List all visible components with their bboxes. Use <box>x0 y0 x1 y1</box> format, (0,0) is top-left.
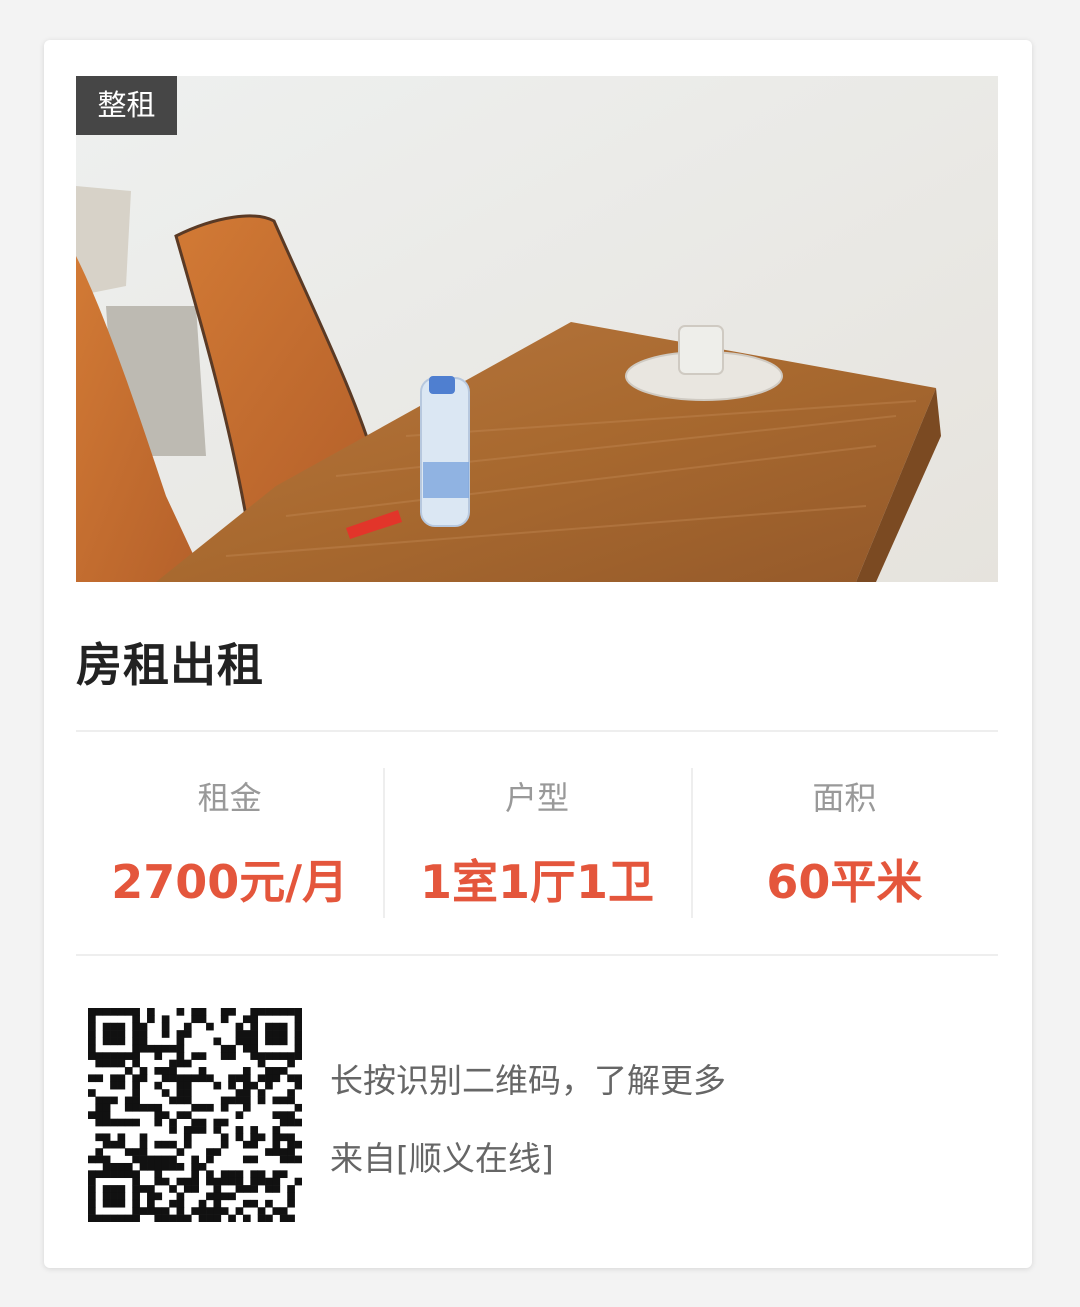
listing-title: 房租出租 <box>76 638 264 692</box>
listing-card[interactable]: 整租 房租出租 租金 2700元/月 户型 1室1厅1卫 面积 60平米 长按识… <box>44 40 1032 1268</box>
qr-code-icon <box>88 1008 303 1223</box>
stat-area-value: 60平米 <box>766 855 923 909</box>
stat-area-label: 面积 <box>812 779 877 817</box>
stat-area: 面积 60平米 <box>690 768 998 918</box>
stat-rent-value: 2700元/月 <box>111 855 349 909</box>
listing-photo[interactable]: 整租 <box>76 76 998 582</box>
qr-hint-text: 长按识别二维码，了解更多 <box>330 1061 726 1100</box>
stat-rent: 租金 2700元/月 <box>76 768 383 918</box>
rent-type-tag: 整租 <box>76 76 177 135</box>
listing-stats: 租金 2700元/月 户型 1室1厅1卫 面积 60平米 <box>76 768 998 918</box>
qr-code[interactable] <box>88 1008 303 1223</box>
divider <box>76 954 998 956</box>
stat-rent-label: 租金 <box>197 779 262 817</box>
dining-table-photo <box>76 76 998 582</box>
divider <box>76 730 998 732</box>
stat-layout-value: 1室1厅1卫 <box>419 855 654 909</box>
stat-layout-label: 户型 <box>504 779 569 817</box>
stat-layout: 户型 1室1厅1卫 <box>383 768 690 918</box>
source-text: 来自[顺义在线] <box>330 1139 554 1178</box>
